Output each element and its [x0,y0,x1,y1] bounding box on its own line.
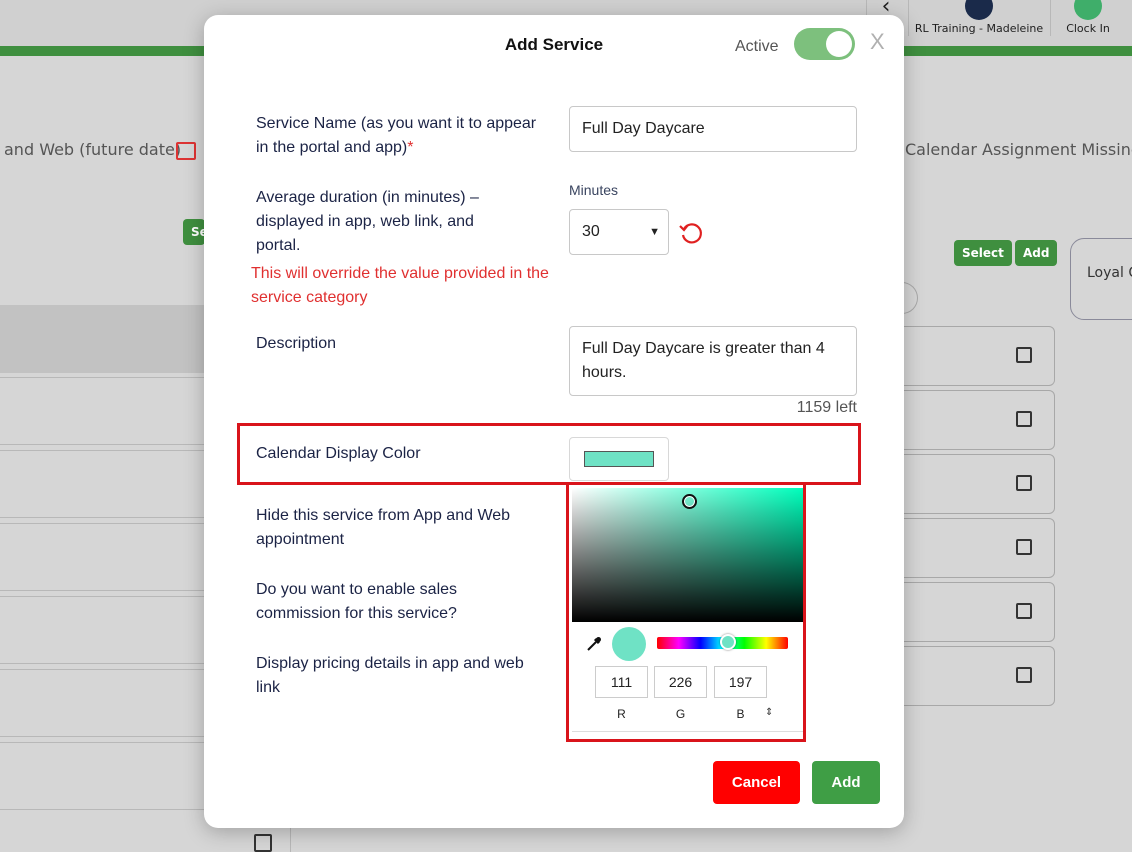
table-row[interactable] [0,377,210,445]
description-textarea[interactable]: Full Day Daycare is greater than 4 hours… [569,326,857,396]
edit-icon[interactable] [1016,347,1032,363]
background-status-text: and Web (future date) [4,140,182,159]
user-label: RL Training - Madeleine [914,22,1044,35]
add-service-modal: Add Service Active X Service Name (as yo… [204,15,904,828]
background-status-text: Calendar Assignment Missing [905,140,1132,159]
service-card[interactable] [880,518,1055,578]
duration-select[interactable]: 30 ▼ [569,209,669,255]
location-icon [965,0,993,20]
color-swatch-button[interactable] [569,437,669,481]
select-button[interactable]: Select [954,240,1012,266]
chars-left-counter: 1159 left [796,399,857,416]
color-preview [612,627,646,661]
duration-value: 30 [582,223,600,240]
up-down-arrows-icon[interactable]: ⇕ [765,707,773,718]
blue-label: B [736,707,745,721]
commission-label: Do you want to enable sales commission f… [256,581,458,622]
hide-service-label: Hide this service from App and Web appoi… [256,507,511,548]
service-name-input[interactable]: Full Day Daycare [569,106,857,152]
green-input[interactable]: 226 [654,666,707,698]
saturation-cursor[interactable] [682,494,697,509]
clock-in-button[interactable]: Clock In [1050,0,1126,36]
service-card[interactable] [880,390,1055,450]
color-swatch [584,451,654,467]
edit-icon[interactable] [1016,667,1032,683]
hue-slider-knob[interactable] [720,634,736,650]
close-button[interactable]: X [870,29,885,55]
table-row[interactable] [0,596,210,664]
red-input[interactable]: 111 [595,666,648,698]
reset-icon[interactable] [679,220,705,246]
clock-icon [1074,0,1102,20]
edit-icon[interactable] [1016,475,1032,491]
add-button[interactable]: Add [1015,240,1058,266]
service-card[interactable] [880,582,1055,642]
saturation-panel[interactable] [572,488,803,622]
table-row[interactable] [0,669,210,737]
service-name-label: Service Name (as you want it to appear i… [256,115,537,156]
service-card[interactable] [880,454,1055,514]
duration-warning: This will override the value provided in… [251,265,549,306]
blue-input[interactable]: 197 [714,666,767,698]
table-row[interactable] [0,450,210,518]
cancel-button[interactable]: Cancel [713,761,800,804]
user-menu[interactable]: RL Training - Madeleine [908,0,1050,36]
chevron-down-icon: ▼ [649,226,660,238]
edit-icon[interactable] [1016,539,1032,555]
clock-label: Clock In [1066,22,1110,35]
eyedropper-icon[interactable] [585,635,603,653]
loyalty-card[interactable]: Loyal C [1070,238,1132,320]
minutes-label: Minutes [569,182,619,198]
description-label: Description [256,335,337,352]
table-row[interactable] [0,523,210,591]
color-label: Calendar Display Color [256,445,421,462]
active-toggle[interactable] [794,28,855,60]
external-link-icon[interactable] [254,834,272,852]
service-card[interactable] [880,646,1055,706]
service-card[interactable] [880,326,1055,386]
calendar-off-icon [176,142,196,160]
green-label: G [675,707,686,721]
hue-slider[interactable] [657,634,788,650]
color-picker: 111 226 197 R G B ⇕ [566,482,806,742]
edit-icon[interactable] [1016,603,1032,619]
table-row[interactable] [0,742,210,810]
table-header [0,305,215,373]
add-service-button[interactable]: Add [812,761,880,804]
background-button[interactable]: Se [183,219,205,245]
active-label: Active [735,38,779,55]
duration-label: Average duration (in minutes) – displaye… [256,189,479,254]
edit-icon[interactable] [1016,411,1032,427]
picker-divider [572,731,803,732]
red-label: R [617,707,626,721]
toggle-knob [826,31,852,57]
pricing-label: Display pricing details in app and web l… [256,655,524,696]
required-marker: * [407,139,414,156]
